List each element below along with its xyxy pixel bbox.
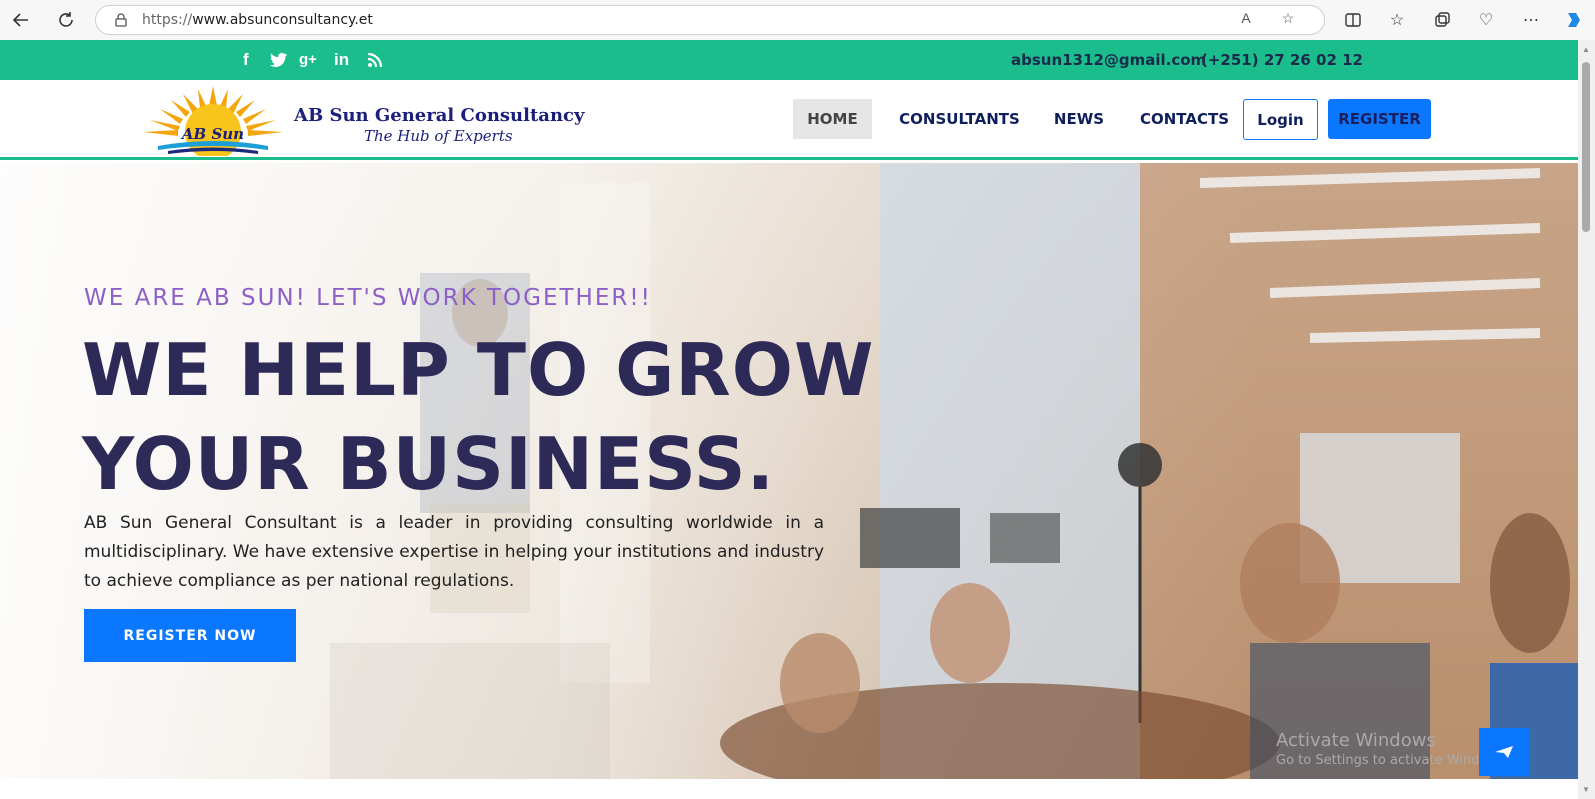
scrollbar-thumb[interactable] [1582, 62, 1590, 232]
collections-icon[interactable] [1431, 9, 1453, 31]
brand-tagline: The Hub of Experts [364, 127, 513, 145]
nav-news[interactable]: NEWS [1046, 99, 1112, 139]
page-viewport: f g+ in absun1312@gmail.com (+251) 27 26… [0, 40, 1578, 799]
url-protocol: https:// [142, 12, 193, 28]
address-bar[interactable]: https://www.absunconsultancy.et [95, 5, 1325, 35]
hero-section: WE ARE AB SUN! LET'S WORK TOGETHER!! WE … [0, 163, 1578, 779]
favorites-icon[interactable]: ☆ [1386, 9, 1408, 31]
browser-essentials-icon[interactable]: ♡ [1475, 9, 1497, 31]
more-icon[interactable]: ⋯ [1520, 9, 1542, 31]
register-button[interactable]: REGISTER [1328, 99, 1431, 139]
login-button[interactable]: Login [1243, 99, 1318, 140]
contact-phone[interactable]: (+251) 27 26 02 12 [1201, 51, 1363, 69]
nav-home[interactable]: HOME [793, 99, 872, 139]
twitter-icon[interactable] [270, 50, 288, 73]
hero-title: WE HELP TO GROW YOUR BUSINESS. [82, 323, 882, 511]
paper-plane-icon[interactable] [1479, 728, 1529, 776]
scroll-up-icon[interactable]: ▲ [1580, 44, 1592, 56]
hero-title-line1: WE HELP TO GROW [82, 328, 875, 412]
hero-description: AB Sun General Consultant is a leader in… [84, 513, 824, 591]
sun-logo-icon[interactable]: AB Sun [138, 84, 288, 156]
split-screen-icon[interactable] [1342, 9, 1364, 31]
url-host: www.absunconsultancy.et [192, 12, 373, 28]
watermark-line2: Go to Settings to activate Windows. [1276, 753, 1509, 768]
register-now-button[interactable]: REGISTER NOW [84, 609, 296, 662]
hero-subtitle: WE ARE AB SUN! LET'S WORK TOGETHER!! [84, 285, 652, 311]
read-aloud-icon[interactable]: A [1236, 8, 1256, 28]
refresh-icon[interactable] [53, 7, 79, 33]
lock-icon[interactable] [114, 13, 128, 27]
top-contact-bar: f g+ in absun1312@gmail.com (+251) 27 26… [0, 40, 1578, 80]
linkedin-icon[interactable]: in [334, 50, 349, 70]
nav-consultants[interactable]: CONSULTANTS [897, 99, 1022, 139]
contact-email[interactable]: absun1312@gmail.com [1011, 51, 1206, 69]
copilot-icon[interactable] [1563, 9, 1585, 31]
hero-title-line2: YOUR BUSINESS. [82, 422, 776, 506]
favorite-star-icon[interactable]: ☆ [1278, 8, 1298, 28]
browser-toolbar: https://www.absunconsultancy.et A ☆ ☆ ♡ … [0, 0, 1595, 40]
windows-activation-watermark: Activate Windows Go to Settings to activ… [1276, 730, 1509, 768]
google-plus-icon[interactable]: g+ [299, 50, 317, 70]
rss-icon[interactable] [367, 50, 385, 73]
back-icon[interactable] [8, 7, 34, 33]
site-header: AB Sun AB Sun General Consultancy The Hu… [0, 80, 1578, 160]
watermark-line1: Activate Windows [1276, 730, 1436, 751]
facebook-icon[interactable]: f [243, 50, 249, 70]
brand-title[interactable]: AB Sun General Consultancy [294, 105, 584, 126]
url-text: https://www.absunconsultancy.et [142, 12, 373, 28]
logo-text: AB Sun [180, 125, 244, 143]
scroll-down-icon[interactable]: ▼ [1580, 784, 1592, 796]
nav-contacts[interactable]: CONTACTS [1137, 99, 1232, 139]
